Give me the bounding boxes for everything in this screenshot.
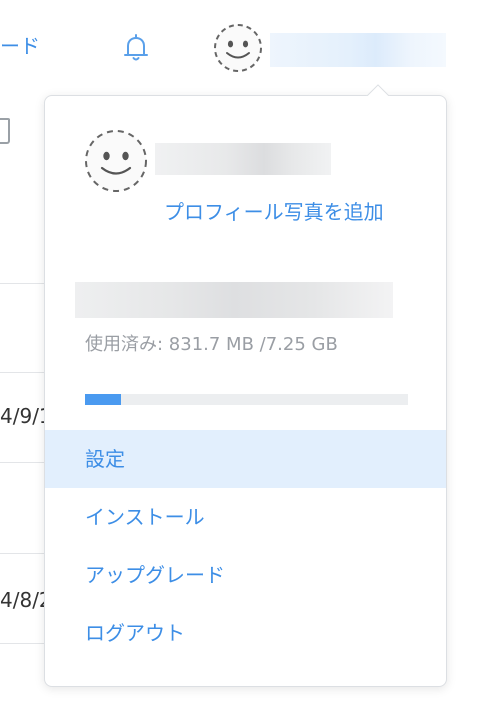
menu-item-settings[interactable]: 設定 <box>45 430 446 488</box>
page: ード 4/9/1 4/8/2 プロフィール写真を追加 使用済み: 831.7 M… <box>0 0 480 709</box>
profile-name-redacted <box>155 143 331 175</box>
username-redacted[interactable] <box>270 33 446 67</box>
account-email-redacted <box>75 282 393 318</box>
menu-item-upgrade[interactable]: アップグレード <box>45 546 446 604</box>
topbar-upgrade-link[interactable]: ード <box>0 30 40 59</box>
table-divider <box>0 553 46 554</box>
table-divider <box>0 643 46 644</box>
bell-icon[interactable] <box>118 30 154 66</box>
popover-arrow <box>365 82 391 96</box>
table-divider <box>0 462 46 463</box>
profile-avatar-icon[interactable] <box>83 128 149 194</box>
account-popover: プロフィール写真を追加 使用済み: 831.7 MB /7.25 GB 設定 イ… <box>44 95 447 687</box>
menu-item-install[interactable]: インストール <box>45 488 446 546</box>
smiley-avatar-icon[interactable] <box>212 22 264 74</box>
storage-progress-bar <box>85 394 408 405</box>
storage-usage-text: 使用済み: 831.7 MB /7.25 GB <box>85 334 338 355</box>
menu-item-logout[interactable]: ログアウト <box>45 604 446 662</box>
table-divider <box>0 372 46 373</box>
storage-progress-fill <box>85 394 122 405</box>
table-cell-date: 4/8/2 <box>0 588 46 612</box>
table-cell-date: 4/9/1 <box>0 404 46 428</box>
account-menu: 設定 インストール アップグレード ログアウト <box>45 430 446 662</box>
trash-icon[interactable] <box>0 118 10 144</box>
add-profile-photo-link[interactable]: プロフィール写真を追加 <box>164 194 414 230</box>
table-divider <box>0 283 46 284</box>
